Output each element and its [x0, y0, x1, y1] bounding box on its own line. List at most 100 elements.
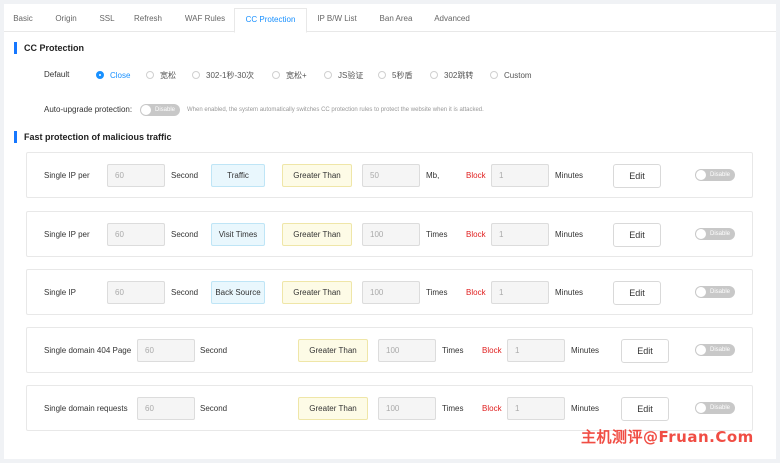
- threshold-unit: Times: [426, 230, 448, 239]
- duration-input[interactable]: 1: [507, 339, 565, 362]
- threshold-input[interactable]: 100: [378, 339, 436, 362]
- radio-circle-icon: [378, 71, 386, 79]
- action-label: Block: [466, 230, 486, 239]
- period-unit: Second: [171, 230, 199, 239]
- default-label: Default: [44, 70, 70, 79]
- tab-ip-bw-list[interactable]: IP B/W List: [313, 8, 361, 32]
- radio-custom[interactable]: Custom: [490, 70, 532, 80]
- action-label: Block: [466, 171, 486, 180]
- cc-protection-title: CC Protection: [14, 42, 84, 54]
- duration-input[interactable]: 1: [491, 223, 549, 246]
- operator-tag: Greater Than: [282, 164, 352, 187]
- tab-ban-area[interactable]: Ban Area: [374, 8, 418, 32]
- duration-unit: Minutes: [555, 171, 584, 180]
- auto-upgrade-hint: When enabled, the system automatically s…: [187, 107, 484, 113]
- period-unit: Second: [200, 346, 228, 355]
- rule-row-back-source: Single IP 60 Second Back Source Greater …: [26, 269, 753, 315]
- operator-tag: Greater Than: [298, 397, 368, 420]
- rule-label: Single domain 404 Page: [44, 346, 132, 355]
- edit-button[interactable]: Edit: [613, 281, 661, 305]
- rule-toggle[interactable]: Disable: [695, 286, 735, 298]
- radio-circle-icon: [96, 71, 104, 79]
- settings-panel: Basic Origin SSL Refresh WAF Rules CC Pr…: [4, 4, 776, 459]
- tab-cc-protection[interactable]: CC Protection: [234, 8, 307, 33]
- radio-circle-icon: [272, 71, 280, 79]
- rule-label: Single domain requests: [44, 404, 128, 413]
- radio-302-redirect[interactable]: 302跳转: [430, 70, 473, 80]
- threshold-input[interactable]: 100: [362, 223, 420, 246]
- radio-circle-icon: [324, 71, 332, 79]
- action-label: Block: [482, 346, 502, 355]
- edit-button[interactable]: Edit: [613, 164, 661, 188]
- tab-origin[interactable]: Origin: [50, 8, 82, 32]
- rule-row-domain-requests: Single domain requests 60 Second Greater…: [26, 385, 753, 431]
- tab-bar: Basic Origin SSL Refresh WAF Rules CC Pr…: [4, 8, 776, 33]
- tab-refresh[interactable]: Refresh: [130, 8, 166, 32]
- radio-loose-plus[interactable]: 宽松+: [272, 70, 307, 80]
- duration-unit: Minutes: [555, 230, 584, 239]
- operator-tag: Greater Than: [298, 339, 368, 362]
- auto-upgrade-label: Auto-upgrade protection:: [44, 105, 133, 114]
- duration-input[interactable]: 1: [507, 397, 565, 420]
- metric-tag: Visit Times: [211, 223, 265, 246]
- threshold-unit: Mb,: [426, 171, 440, 180]
- period-input[interactable]: 60: [137, 397, 195, 420]
- rule-label: Single IP: [44, 288, 77, 297]
- watermark: 主机测评@Fruan.Com: [581, 428, 754, 446]
- edit-button[interactable]: Edit: [613, 223, 661, 247]
- threshold-input[interactable]: 100: [362, 281, 420, 304]
- tab-advanced[interactable]: Advanced: [429, 8, 475, 32]
- toggle-knob: [696, 170, 706, 180]
- rule-row-404-page: Single domain 404 Page 60 Second Greater…: [26, 327, 753, 373]
- period-unit: Second: [171, 288, 199, 297]
- radio-5s-shield[interactable]: 5秒盾: [378, 70, 412, 80]
- metric-tag: Back Source: [211, 281, 265, 304]
- duration-unit: Minutes: [571, 404, 600, 413]
- threshold-unit: Times: [426, 288, 448, 297]
- radio-circle-icon: [430, 71, 438, 79]
- period-unit: Second: [200, 404, 228, 413]
- duration-input[interactable]: 1: [491, 281, 549, 304]
- radio-302-1s-30[interactable]: 302-1秒-30次: [192, 70, 254, 80]
- tab-waf-rules[interactable]: WAF Rules: [180, 8, 230, 32]
- threshold-input[interactable]: 100: [378, 397, 436, 420]
- auto-upgrade-toggle[interactable]: Disable: [140, 104, 180, 116]
- threshold-unit: Times: [442, 346, 464, 355]
- toggle-knob: [696, 287, 706, 297]
- edit-button[interactable]: Edit: [621, 339, 669, 363]
- threshold-input[interactable]: 50: [362, 164, 420, 187]
- radio-circle-icon: [146, 71, 154, 79]
- rule-row-traffic: Single IP per 60 Second Traffic Greater …: [26, 152, 753, 198]
- duration-input[interactable]: 1: [491, 164, 549, 187]
- edit-button[interactable]: Edit: [621, 397, 669, 421]
- action-label: Block: [482, 404, 502, 413]
- rule-toggle[interactable]: Disable: [695, 228, 735, 240]
- duration-unit: Minutes: [571, 346, 600, 355]
- toggle-knob: [141, 105, 151, 115]
- toggle-knob: [696, 403, 706, 413]
- radio-js-verify[interactable]: JS验证: [324, 70, 363, 80]
- toggle-knob: [696, 229, 706, 239]
- tab-ssl[interactable]: SSL: [94, 8, 120, 32]
- radio-circle-icon: [192, 71, 200, 79]
- metric-tag: Traffic: [211, 164, 265, 187]
- tab-basic[interactable]: Basic: [8, 8, 38, 32]
- period-input[interactable]: 60: [107, 164, 165, 187]
- operator-tag: Greater Than: [282, 281, 352, 304]
- period-input[interactable]: 60: [107, 223, 165, 246]
- action-label: Block: [466, 288, 486, 297]
- radio-close[interactable]: Close: [96, 70, 130, 80]
- radio-loose[interactable]: 宽松: [146, 70, 176, 80]
- period-input[interactable]: 60: [107, 281, 165, 304]
- rule-toggle[interactable]: Disable: [695, 402, 735, 414]
- rule-toggle[interactable]: Disable: [695, 169, 735, 181]
- period-input[interactable]: 60: [137, 339, 195, 362]
- rule-label: Single IP per: [44, 230, 90, 239]
- fast-protection-title: Fast protection of malicious traffic: [14, 131, 172, 143]
- period-unit: Second: [171, 171, 199, 180]
- rule-row-visit-times: Single IP per 60 Second Visit Times Grea…: [26, 211, 753, 257]
- rule-toggle[interactable]: Disable: [695, 344, 735, 356]
- threshold-unit: Times: [442, 404, 464, 413]
- duration-unit: Minutes: [555, 288, 584, 297]
- operator-tag: Greater Than: [282, 223, 352, 246]
